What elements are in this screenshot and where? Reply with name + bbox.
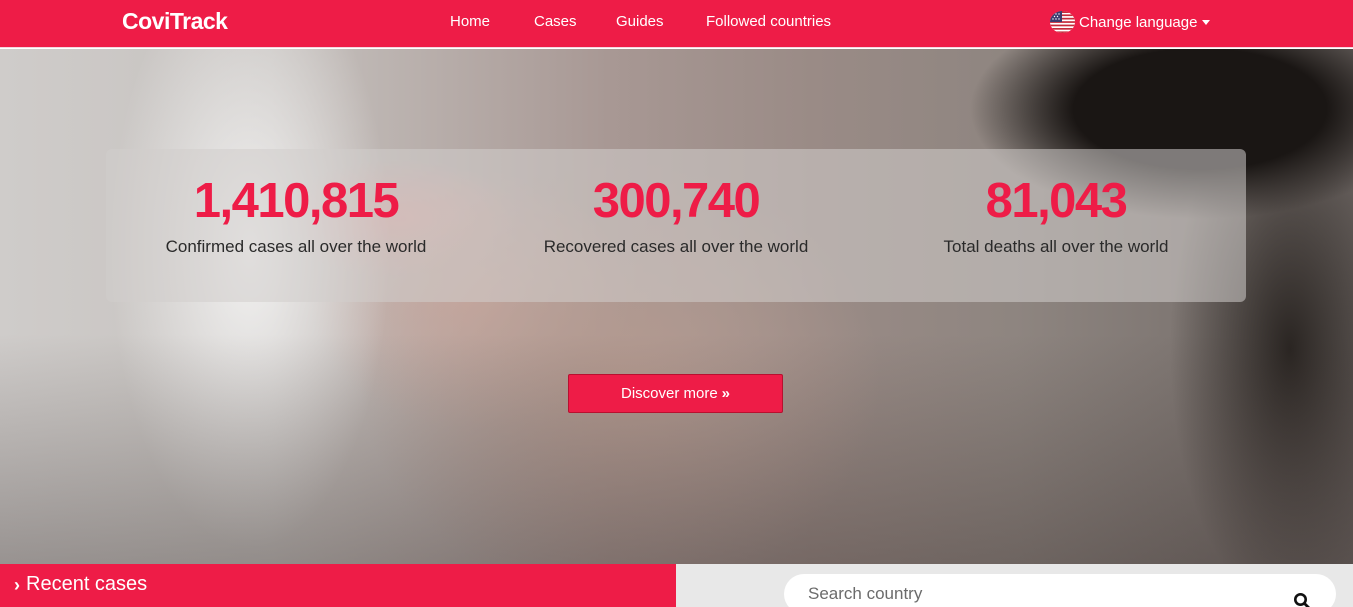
nav-link-cases[interactable]: Cases <box>534 13 577 30</box>
recent-cases-header: › Recent cases <box>0 564 676 607</box>
search-panel <box>676 564 1353 607</box>
stat-value: 81,043 <box>985 174 1128 228</box>
stat-recovered: 300,740 Recovered cases all over the wor… <box>486 149 866 257</box>
stat-deaths: 81,043 Total deaths all over the world <box>866 149 1246 257</box>
stats-panel: 1,410,815 Confirmed cases all over the w… <box>106 149 1246 302</box>
search-icon[interactable] <box>1293 592 1311 607</box>
navbar: CoviTrack Home Cases Guides Followed cou… <box>0 0 1353 48</box>
nav-link-followed-countries[interactable]: Followed countries <box>706 13 831 30</box>
search-input[interactable] <box>784 574 1336 607</box>
stat-label: Total deaths all over the world <box>943 237 1169 256</box>
us-flag-icon <box>1050 11 1075 33</box>
language-dropdown[interactable]: Change language <box>1050 11 1211 33</box>
nav-link-guides[interactable]: Guides <box>616 13 664 30</box>
recent-cases-title: Recent cases <box>26 573 148 595</box>
stat-value: 300,740 <box>592 174 761 228</box>
stat-confirmed: 1,410,815 Confirmed cases all over the w… <box>106 149 486 257</box>
double-chevron-right-icon: » <box>721 385 731 402</box>
stat-label: Confirmed cases all over the world <box>165 237 427 256</box>
caret-down-icon <box>1202 20 1211 25</box>
stat-value: 1,410,815 <box>193 174 400 228</box>
discover-more-button[interactable]: Discover more » <box>568 374 783 413</box>
nav-link-home[interactable]: Home <box>450 13 490 30</box>
brand-logo[interactable]: CoviTrack <box>122 8 228 35</box>
language-label: Change language <box>1079 13 1198 31</box>
discover-more-label: Discover more <box>620 385 718 402</box>
chevron-right-icon: › <box>14 575 20 595</box>
hero-banner: 1,410,815 Confirmed cases all over the w… <box>0 49 1353 564</box>
stat-label: Recovered cases all over the world <box>543 237 809 256</box>
hero-shade <box>0 334 1353 564</box>
